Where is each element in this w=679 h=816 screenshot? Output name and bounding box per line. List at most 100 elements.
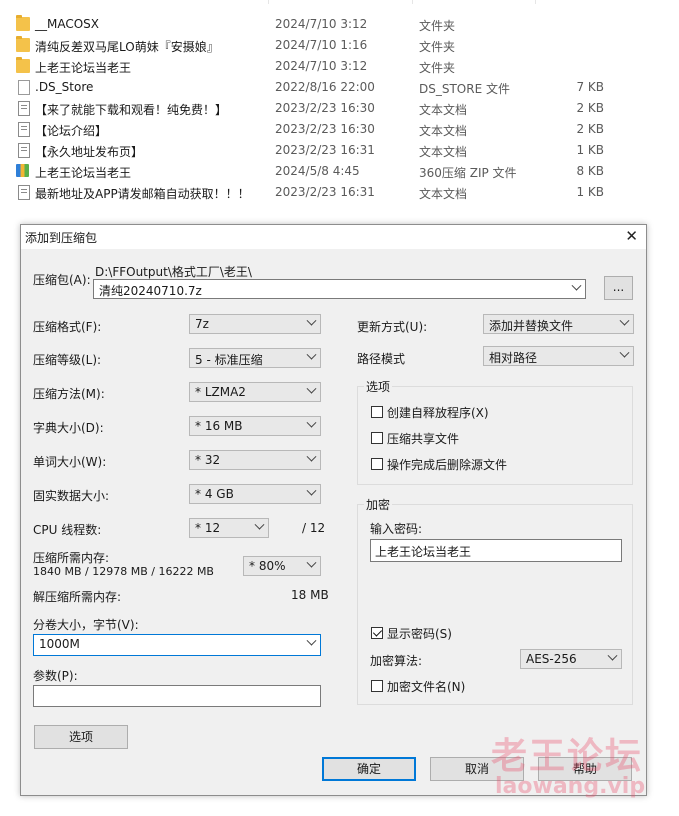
file-type: 文本文档: [419, 124, 468, 138]
memory-label: 压缩所需内存:: [33, 551, 110, 565]
column-divider: [412, 0, 413, 4]
title-bar: 添加到压缩包 ✕: [21, 225, 646, 249]
file-name: 清纯反差双马尾LO萌妹『安摄娘』: [35, 40, 219, 54]
sfx-checkbox[interactable]: [371, 406, 383, 418]
file-size: 1 KB: [576, 185, 604, 199]
chevron-down-icon[interactable]: [571, 280, 582, 291]
params-input[interactable]: [33, 685, 321, 707]
file-size: 1 KB: [576, 143, 604, 157]
file-row[interactable]: 上老王论坛当老王 2024/5/8 4:45 360压缩 ZIP 文件 8 KB: [0, 161, 679, 182]
dictionary-label: 字典大小(D):: [33, 421, 104, 435]
encryption-method-select[interactable]: AES-256: [520, 649, 622, 669]
password-label: 输入密码:: [370, 522, 423, 536]
file-name: __MACOSX: [35, 17, 100, 31]
show-password-checkbox[interactable]: [371, 627, 383, 639]
options-button[interactable]: 选项: [34, 725, 128, 749]
memory-percent-select[interactable]: * 80%: [243, 556, 321, 576]
format-label: 压缩格式(F):: [33, 320, 102, 334]
file-icon: [18, 80, 30, 95]
folder-icon: [16, 36, 30, 52]
chevron-down-icon: [306, 349, 317, 360]
file-type: 文件夹: [419, 40, 456, 54]
file-name: 上老王论坛当老王: [35, 61, 132, 75]
file-row[interactable]: 最新地址及APP请发邮箱自动获取！！！ 2023/2/23 16:31 文本文档 1 …: [0, 182, 679, 203]
text-file-icon: [18, 185, 30, 200]
encrypt-names-checkbox[interactable]: [371, 680, 383, 692]
shared-files-checkbox[interactable]: [371, 432, 383, 444]
word-size-select[interactable]: * 32: [189, 450, 321, 470]
ok-button[interactable]: 确定: [322, 757, 416, 781]
dictionary-select[interactable]: * 16 MB: [189, 416, 321, 436]
chevron-down-icon: [306, 315, 317, 326]
level-select[interactable]: 5 - 标准压缩: [189, 348, 321, 368]
file-row[interactable]: 清纯反差双马尾LO萌妹『安摄娘』 2024/7/10 1:16 文件夹: [0, 35, 679, 56]
file-name: .DS_Store: [35, 80, 94, 94]
file-size: 2 KB: [576, 122, 604, 136]
chevron-down-icon: [306, 557, 317, 568]
file-name: 【永久地址发布页】: [35, 145, 144, 159]
column-divider: [268, 0, 269, 4]
archive-name-input[interactable]: 清纯20240710.7z: [93, 279, 586, 299]
encryption-group: 加密 输入密码: 上老王论坛当老王 显示密码(S) 加密算法: AES-256 …: [357, 496, 633, 705]
decompress-memory-label: 解压缩所需内存:: [33, 590, 122, 604]
sfx-label[interactable]: 创建自释放程序(X): [387, 404, 489, 421]
file-name: 【论坛介绍】: [35, 124, 108, 138]
file-date: 2023/2/23 16:31: [275, 143, 375, 157]
zip-icon: [16, 164, 29, 177]
browse-button[interactable]: ...: [604, 276, 633, 300]
text-file-icon: [18, 101, 30, 116]
split-size-input[interactable]: 1000M: [33, 634, 321, 656]
delete-after-checkbox[interactable]: [371, 458, 383, 470]
chevron-down-icon: [619, 347, 630, 358]
file-row[interactable]: 【永久地址发布页】 2023/2/23 16:31 文本文档 1 KB: [0, 140, 679, 161]
file-type: 文件夹: [419, 19, 456, 33]
split-size-label: 分卷大小，字节(V):: [33, 618, 139, 632]
solid-size-label: 固实数据大小:: [33, 489, 110, 503]
word-size-label: 单词大小(W):: [33, 455, 107, 469]
decompress-memory-value: 18 MB: [291, 588, 329, 602]
archive-label: 压缩包(A):: [33, 273, 91, 287]
folder-icon: [16, 57, 30, 73]
solid-size-select[interactable]: * 4 GB: [189, 484, 321, 504]
shared-files-label[interactable]: 压缩共享文件: [387, 430, 459, 447]
file-row[interactable]: 【来了就能下载和观看！纯免费！】 2023/2/23 16:30 文本文档 2 KB: [0, 98, 679, 119]
method-select[interactable]: * LZMA2: [189, 382, 321, 402]
file-row[interactable]: .DS_Store 2022/8/16 22:00 DS_STORE 文件 7 KB: [0, 77, 679, 98]
file-type: 360压缩 ZIP 文件: [419, 166, 517, 180]
archive-path: D:\FFOutput\格式工厂\老王\: [95, 265, 252, 279]
encrypt-names-label[interactable]: 加密文件名(N): [387, 678, 465, 695]
file-date: 2024/5/8 4:45: [275, 164, 360, 178]
show-password-label[interactable]: 显示密码(S): [387, 625, 452, 642]
file-list: __MACOSX 2024/7/10 3:12 文件夹 清纯反差双马尾LO萌妹『安摄娘…: [0, 0, 679, 210]
encryption-method-label: 加密算法:: [370, 654, 423, 668]
file-type: 文本文档: [419, 103, 468, 117]
path-mode-label: 路径模式: [357, 352, 406, 366]
file-date: 2024/7/10 3:12: [275, 17, 368, 31]
file-row[interactable]: __MACOSX 2024/7/10 3:12 文件夹: [0, 14, 679, 35]
chevron-down-icon[interactable]: [306, 635, 317, 646]
password-input[interactable]: 上老王论坛当老王: [370, 539, 622, 562]
file-date: 2023/2/23 16:30: [275, 122, 375, 136]
level-label: 压缩等级(L):: [33, 353, 102, 367]
update-mode-label: 更新方式(U):: [357, 320, 428, 334]
file-row[interactable]: 【论坛介绍】 2023/2/23 16:30 文本文档 2 KB: [0, 119, 679, 140]
method-label: 压缩方法(M):: [33, 387, 105, 401]
column-divider: [535, 0, 536, 4]
file-date: 2024/7/10 1:16: [275, 38, 368, 52]
delete-after-label[interactable]: 操作完成后删除源文件: [387, 456, 507, 473]
file-type: 文件夹: [419, 61, 456, 75]
path-mode-select[interactable]: 相对路径: [483, 346, 634, 366]
update-mode-select[interactable]: 添加并替换文件: [483, 314, 634, 334]
memory-detail: 1840 MB / 12978 MB / 16222 MB: [33, 565, 214, 578]
file-type: 文本文档: [419, 187, 468, 201]
text-file-icon: [18, 122, 30, 137]
file-date: 2023/2/23 16:31: [275, 185, 375, 199]
encryption-group-label: 加密: [364, 496, 393, 513]
format-select[interactable]: 7z: [189, 314, 321, 334]
threads-select[interactable]: * 12: [189, 518, 269, 538]
watermark-text: 老王论坛: [491, 736, 644, 777]
file-row[interactable]: 上老王论坛当老王 2024/7/10 3:12 文件夹: [0, 56, 679, 77]
chevron-down-icon: [306, 417, 317, 428]
close-icon[interactable]: ✕: [625, 227, 638, 245]
file-size: 8 KB: [576, 164, 604, 178]
